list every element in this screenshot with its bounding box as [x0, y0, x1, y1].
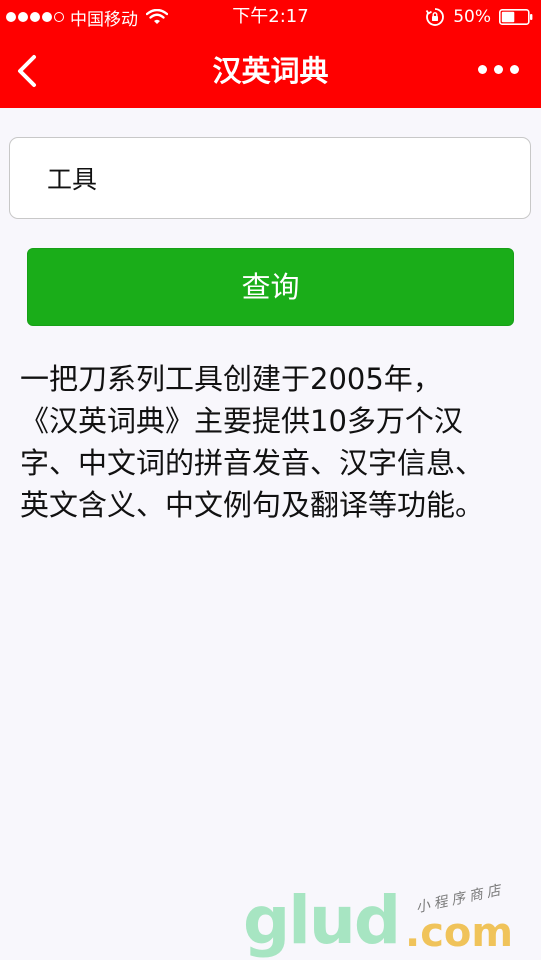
rotation-lock-icon [425, 8, 445, 26]
more-options-icon[interactable] [478, 65, 519, 74]
battery-percent: 50% [453, 7, 491, 27]
watermark-logo: glud .com 小程序商店 [243, 882, 533, 959]
search-input[interactable] [10, 138, 530, 218]
status-bar: 中国移动 下午2:17 50% [0, 0, 541, 34]
page-title: 汉英词典 [212, 54, 329, 88]
search-box [9, 137, 531, 219]
watermark-brand: glud [243, 882, 401, 959]
navigation-bar: 汉英词典 [0, 34, 541, 108]
query-button[interactable]: 查询 [27, 248, 514, 326]
description-text: 一把刀系列工具创建于2005年， 《汉英词典》主要提供10多万个汉字、中文词的拼… [20, 362, 485, 522]
status-right: 50% [425, 6, 533, 28]
battery-icon [499, 9, 533, 25]
